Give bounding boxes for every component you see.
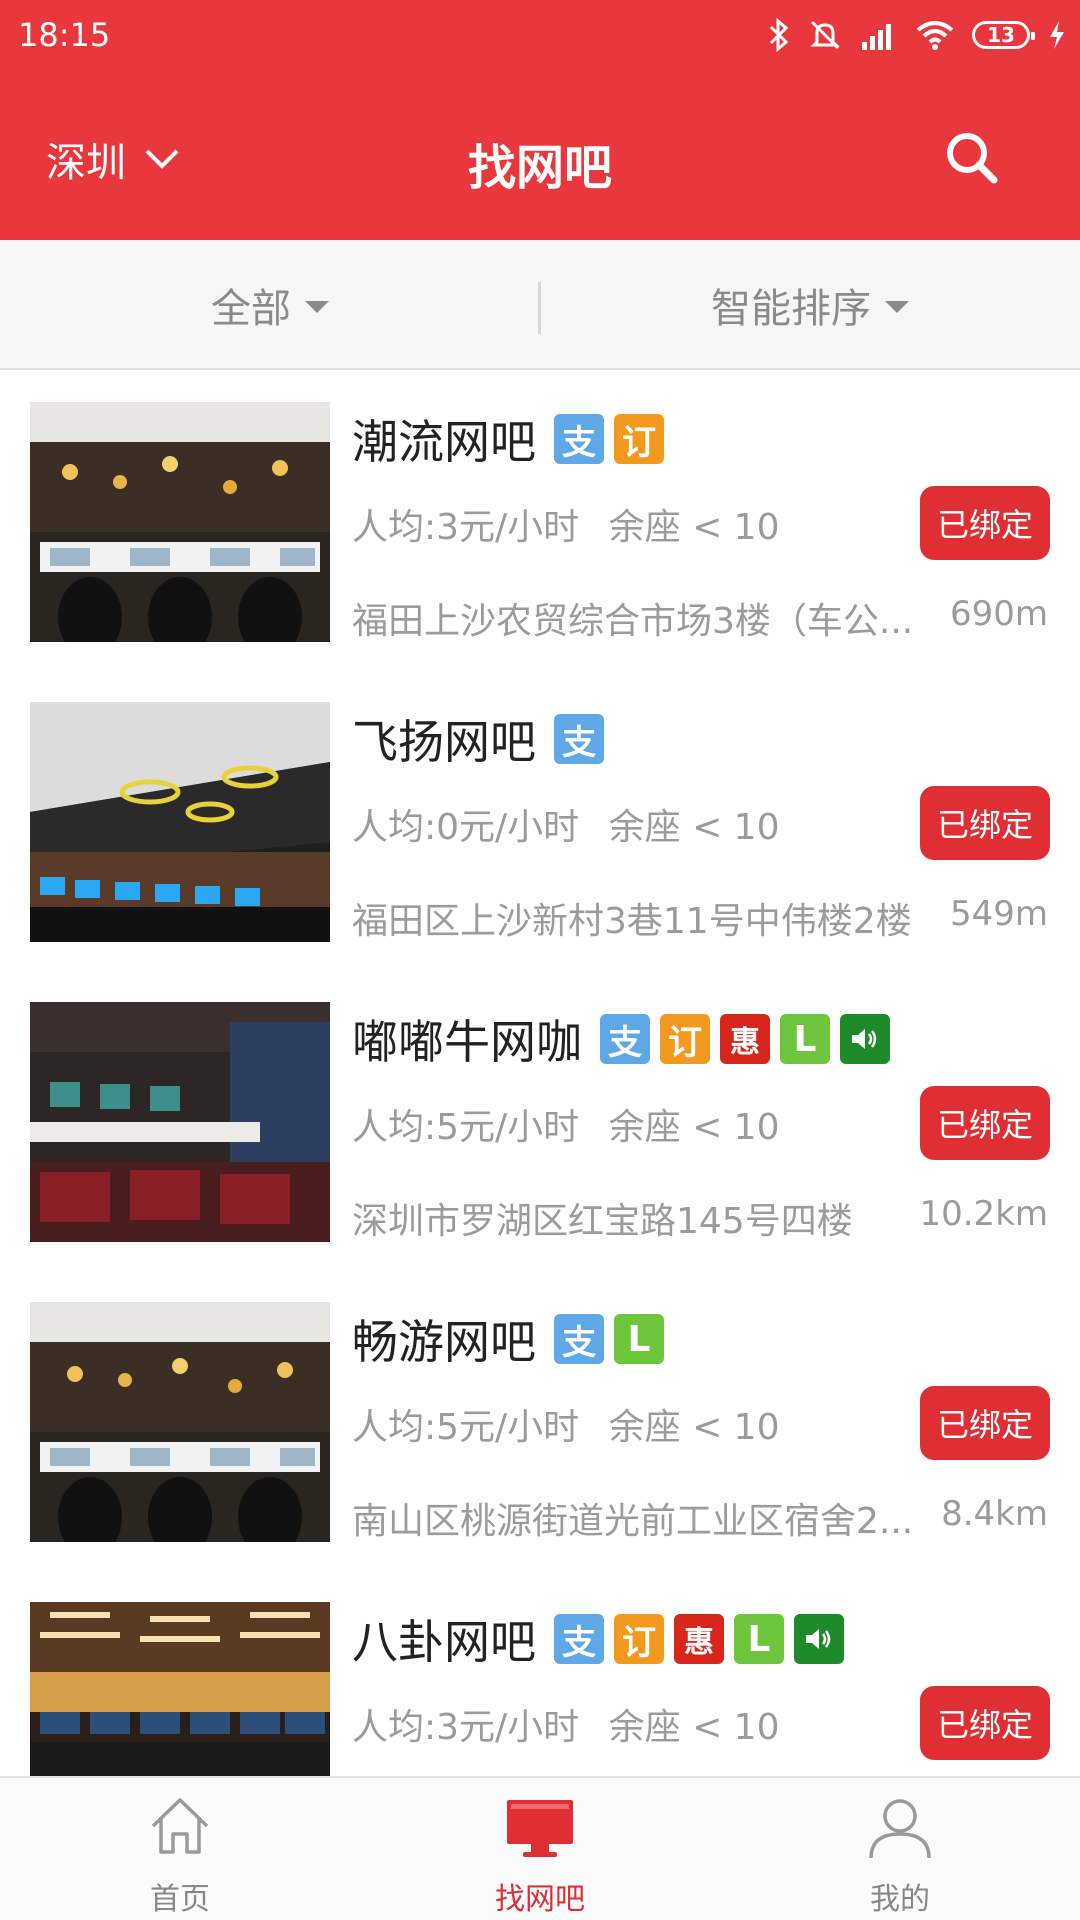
cafe-name-row: 潮流网吧 支 订 <box>352 406 664 472</box>
cafe-price: 人均:3元/小时 <box>352 507 580 548</box>
city-selector[interactable]: 深圳 <box>46 130 180 188</box>
cafe-photo <box>30 702 330 942</box>
pay-tag: 支 <box>600 1014 650 1064</box>
cafe-list-item[interactable]: 飞扬网吧 支 人均:0元/小时 余座 < 10 已绑定 福田区上沙新村3巷11号… <box>0 672 1080 972</box>
cafe-address: 南山区桃源街道光前工业区宿舍2... <box>352 1501 914 1542</box>
speaker-icon <box>840 1014 890 1064</box>
nav-home[interactable]: 首页 <box>0 1778 360 1920</box>
charging-icon <box>1050 21 1064 49</box>
caret-down-icon <box>885 301 909 313</box>
pay-tag: 支 <box>554 1314 604 1364</box>
category-filter-label: 全部 <box>211 286 291 332</box>
booking-tag: 订 <box>614 1614 664 1664</box>
cafe-name-row: 飞扬网吧 支 <box>352 706 604 772</box>
pay-tag: 支 <box>554 714 604 764</box>
cafe-name-row: 八卦网吧 支 订 惠 L <box>352 1606 844 1672</box>
bound-button[interactable]: 已绑定 <box>920 1386 1050 1460</box>
discount-tag: 惠 <box>720 1014 770 1064</box>
cafe-name-row: 畅游网吧 支 L <box>352 1306 664 1372</box>
cafe-name-row: 嘟嘟牛网咖 支 订 惠 L <box>352 1006 890 1072</box>
l-tag: L <box>614 1314 664 1364</box>
user-icon <box>869 1799 931 1859</box>
monitor-icon <box>507 1800 573 1857</box>
city-label: 深圳 <box>46 140 126 186</box>
cafe-photo <box>30 1302 330 1542</box>
booking-tag: 订 <box>660 1014 710 1064</box>
bound-button[interactable]: 已绑定 <box>920 1086 1050 1160</box>
bound-button[interactable]: 已绑定 <box>920 486 1050 560</box>
status-time: 18:15 <box>18 16 111 54</box>
cafe-name: 畅游网吧 <box>352 1315 536 1369</box>
cafe-name: 飞扬网吧 <box>352 715 536 769</box>
cafe-list-item[interactable]: 嘟嘟牛网咖 支 订 惠 L 人均:5元/小时 余座 < 10 已绑定 深圳市罗湖… <box>0 972 1080 1272</box>
cafe-seats: 余座 < 10 <box>608 807 780 848</box>
cafe-photo <box>30 1002 330 1242</box>
bound-button[interactable]: 已绑定 <box>920 1686 1050 1760</box>
header: 深圳 找网吧 <box>0 110 1080 200</box>
cafe-seats: 余座 < 10 <box>608 1107 780 1148</box>
search-icon[interactable] <box>942 128 1002 188</box>
cafe-address: 福田上沙农贸综合市场3楼（车公... <box>352 601 914 642</box>
sort-filter-label: 智能排序 <box>711 286 871 332</box>
cafe-meta: 人均:5元/小时 余座 < 10 <box>352 1398 798 1450</box>
cafe-name: 潮流网吧 <box>352 415 536 469</box>
cafe-seats: 余座 < 10 <box>608 507 780 548</box>
filter-bar: 全部 智能排序 <box>0 240 1080 370</box>
nav-find-cafe[interactable]: 找网吧 <box>360 1778 720 1920</box>
wifi-icon <box>916 21 954 50</box>
category-filter[interactable]: 全部 <box>0 240 540 370</box>
bottom-navigation: 首页 找网吧 我的 <box>0 1776 1080 1920</box>
speaker-icon <box>794 1614 844 1664</box>
cafe-list-item[interactable]: 畅游网吧 支 L 人均:5元/小时 余座 < 10 已绑定 南山区桃源街道光前工… <box>0 1272 1080 1572</box>
discount-tag: 惠 <box>674 1614 724 1664</box>
cafe-meta: 人均:5元/小时 余座 < 10 <box>352 1098 798 1150</box>
home-icon <box>151 1798 209 1854</box>
cafe-meta: 人均:3元/小时 余座 < 10 <box>352 498 798 550</box>
top-app-bar: 18:15 13 深圳 找网吧 <box>0 0 1080 240</box>
cafe-price: 人均:5元/小时 <box>352 1107 580 1148</box>
nav-find-cafe-label: 找网吧 <box>495 1882 585 1917</box>
cafe-price: 人均:5元/小时 <box>352 1407 580 1448</box>
cafe-price: 人均:0元/小时 <box>352 807 580 848</box>
nav-home-label: 首页 <box>150 1882 210 1917</box>
cafe-price: 人均:3元/小时 <box>352 1707 580 1748</box>
status-bar: 18:15 13 <box>0 0 1080 72</box>
l-tag: L <box>780 1014 830 1064</box>
signal-icon <box>862 24 891 50</box>
cafe-distance: 10.2km <box>919 1194 1048 1234</box>
pay-tag: 支 <box>554 414 604 464</box>
cafe-photo <box>30 402 330 642</box>
cafe-list-item[interactable]: 八卦网吧 支 订 惠 L 人均:3元/小时 余座 < 10 已绑定 <box>0 1572 1080 1776</box>
bluetooth-icon <box>769 18 789 52</box>
cafe-distance: 549m <box>949 894 1048 934</box>
caret-down-icon <box>305 301 329 313</box>
sort-filter[interactable]: 智能排序 <box>540 240 1080 370</box>
cafe-photo <box>30 1602 330 1776</box>
cafe-seats: 余座 < 10 <box>608 1407 780 1448</box>
mute-icon <box>810 20 840 50</box>
cafe-meta: 人均:3元/小时 余座 < 10 <box>352 1698 798 1750</box>
battery-icon: 13 <box>972 21 1035 49</box>
cafe-seats: 余座 < 10 <box>608 1707 780 1748</box>
cafe-meta: 人均:0元/小时 余座 < 10 <box>352 798 798 850</box>
cafe-distance: 8.4km <box>941 1494 1048 1534</box>
bound-button[interactable]: 已绑定 <box>920 786 1050 860</box>
cafe-address: 深圳市罗湖区红宝路145号四楼 <box>352 1201 853 1242</box>
cafe-name: 八卦网吧 <box>352 1615 536 1669</box>
cafe-name: 嘟嘟牛网咖 <box>352 1015 582 1069</box>
cafe-address: 福田区上沙新村3巷11号中伟楼2楼 <box>352 901 912 942</box>
pay-tag: 支 <box>554 1614 604 1664</box>
cafe-list: 潮流网吧 支 订 人均:3元/小时 余座 < 10 已绑定 福田上沙农贸综合市场… <box>0 372 1080 1776</box>
nav-profile-label: 我的 <box>870 1882 930 1917</box>
cafe-distance: 690m <box>949 594 1048 634</box>
booking-tag: 订 <box>614 414 664 464</box>
status-icons: 13 <box>768 18 1066 52</box>
chevron-down-icon <box>145 149 179 169</box>
cafe-list-item[interactable]: 潮流网吧 支 订 人均:3元/小时 余座 < 10 已绑定 福田上沙农贸综合市场… <box>0 372 1080 672</box>
l-tag: L <box>734 1614 784 1664</box>
nav-profile[interactable]: 我的 <box>720 1778 1080 1920</box>
